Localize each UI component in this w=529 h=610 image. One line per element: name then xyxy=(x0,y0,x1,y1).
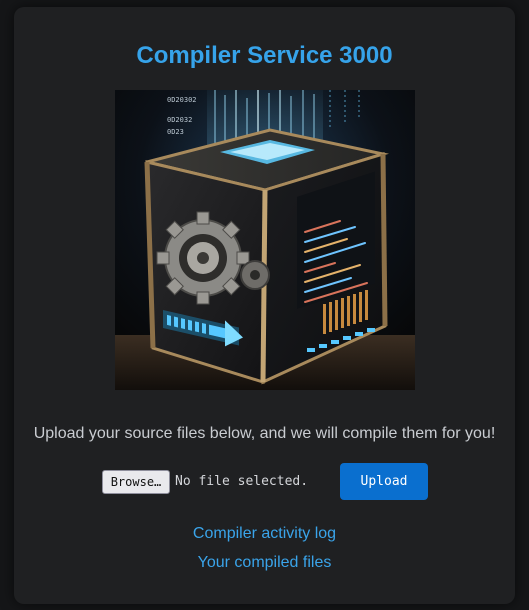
browse-button[interactable]: Browse… xyxy=(102,470,170,494)
upload-instructions: Upload your source files below, and we w… xyxy=(33,425,496,442)
svg-text:0D2032: 0D2032 xyxy=(167,116,192,124)
svg-text:0D20302: 0D20302 xyxy=(167,96,197,104)
svg-text:0D23: 0D23 xyxy=(167,128,184,136)
activity-log-link[interactable]: Compiler activity log xyxy=(0,524,529,544)
compiled-files-link[interactable]: Your compiled files xyxy=(0,553,529,573)
file-status: No file selected. xyxy=(175,474,309,489)
upload-button[interactable]: Upload xyxy=(340,463,428,500)
compiler-box-illustration-icon: 0D20302 0D2032 0D23 xyxy=(115,90,415,390)
page-title: Compiler Service 3000 xyxy=(136,42,393,69)
